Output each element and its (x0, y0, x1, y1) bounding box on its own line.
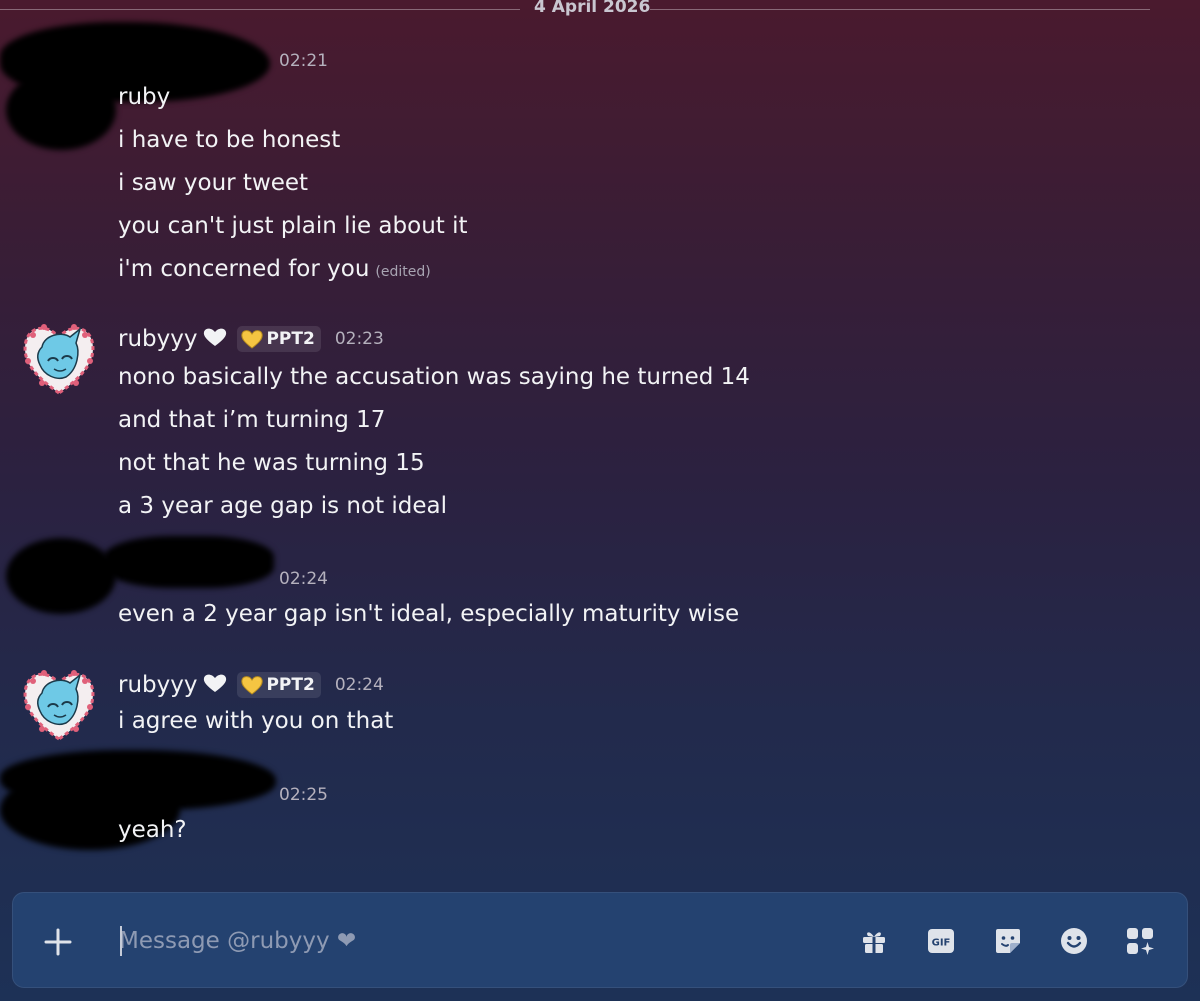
message-group: 02:25 yeah? (0, 0, 1200, 860)
sticker-icon[interactable] (993, 926, 1023, 956)
gif-icon[interactable]: GIF (926, 926, 956, 956)
gift-icon[interactable] (859, 926, 889, 956)
emoji-icon[interactable] (1059, 926, 1089, 956)
svg-text:GIF: GIF (932, 938, 951, 949)
message-input[interactable] (119, 921, 819, 961)
message-line: yeah? (118, 817, 187, 843)
text-caret (120, 926, 122, 956)
plus-icon[interactable] (43, 927, 73, 957)
message-timestamp: 02:25 (279, 785, 328, 805)
message-composer: GIF (12, 892, 1188, 988)
apps-icon[interactable] (1125, 926, 1155, 956)
